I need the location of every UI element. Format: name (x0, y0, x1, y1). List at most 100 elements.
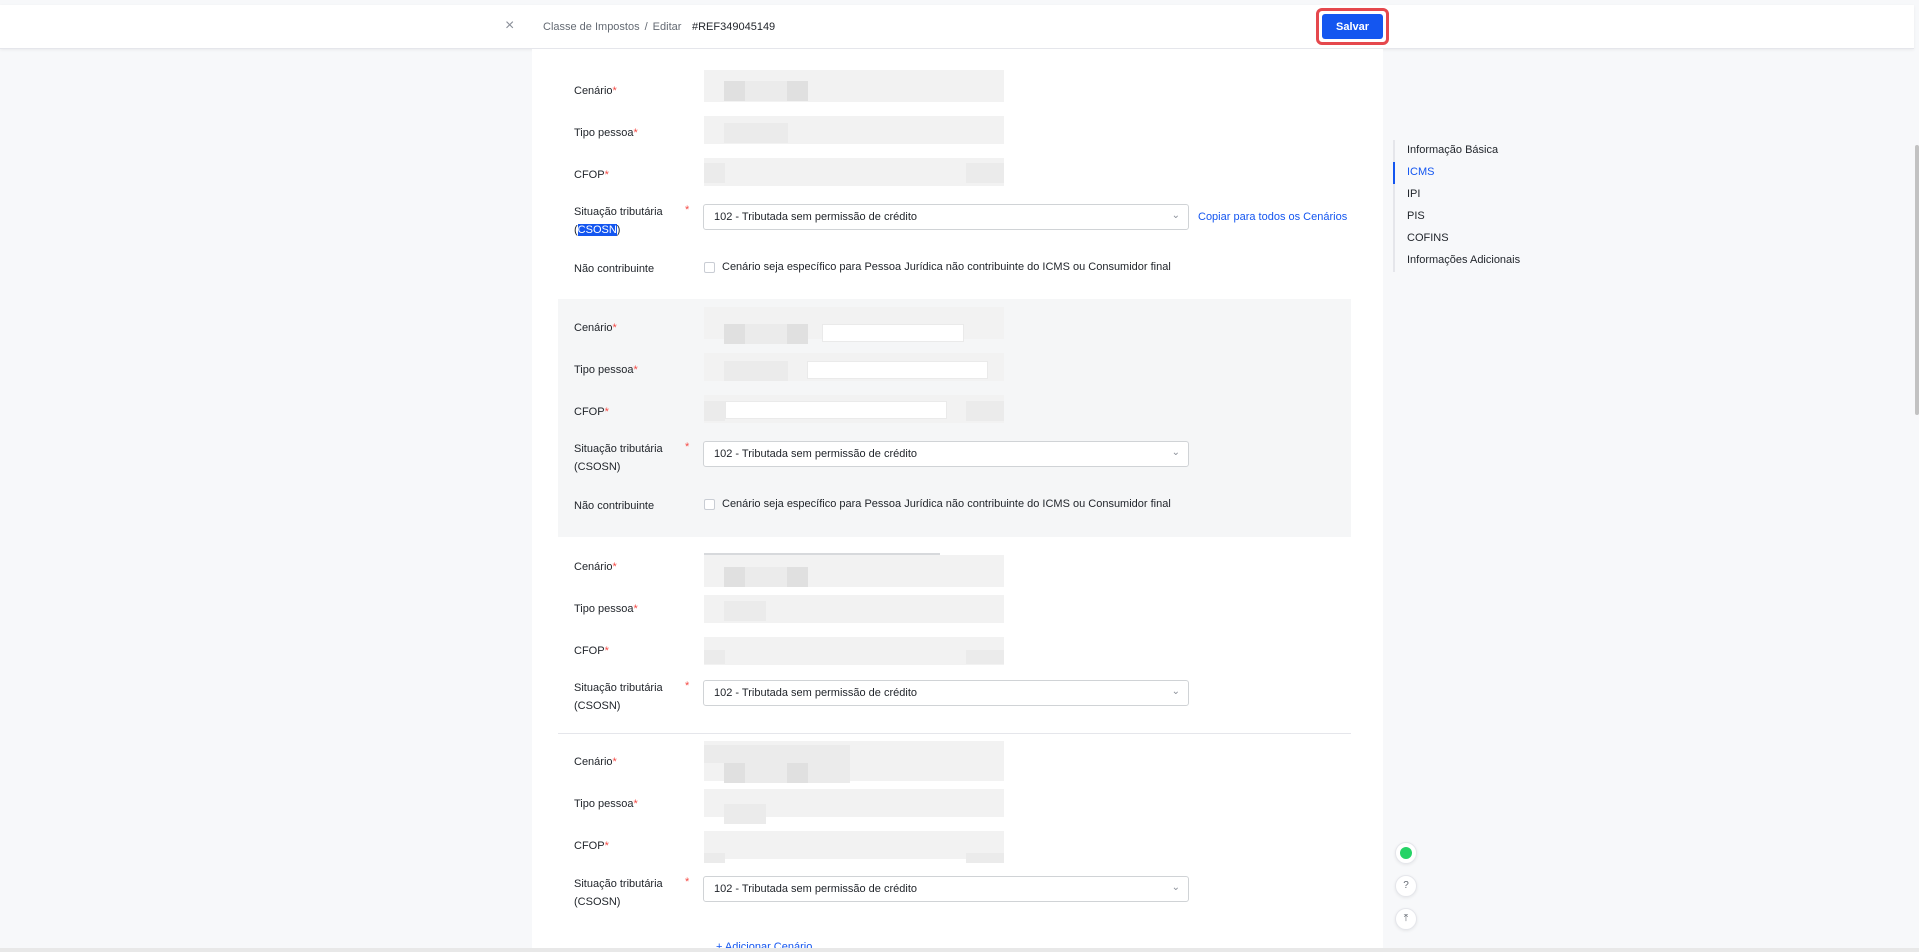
form-panel: Cenário* Tipo pessoa* CFOP* Situação tri… (532, 49, 1383, 949)
tax-status-select[interactable]: 102 - Tributada sem permissão de crédito… (703, 441, 1189, 467)
cfop-label: CFOP* (574, 840, 609, 852)
tax-status-label: Situação tributária (CSOSN) (574, 682, 663, 712)
person-type-value-mask (724, 123, 788, 143)
required-mark: * (685, 680, 690, 692)
breadcrumb-separator: / (644, 21, 648, 33)
scenario-value-mask (724, 324, 745, 344)
tax-status-label: Situação tributária (CSOSN) (574, 878, 663, 908)
cfop-input[interactable] (704, 831, 1004, 859)
tax-status-label: Situação tributária (CSOSN) (574, 206, 663, 236)
scenario-value-mask (787, 567, 808, 587)
tax-status-value: 102 - Tributada sem permissão de crédito (714, 211, 917, 223)
page-scrollbar[interactable] (1915, 145, 1919, 415)
tax-status-value: 102 - Tributada sem permissão de crédito (714, 883, 917, 895)
scenario-label: Cenário* (574, 85, 617, 97)
scenario-value-mask (745, 324, 787, 344)
cfop-label: CFOP* (574, 645, 609, 657)
reference-code: #REF349045149 (692, 21, 776, 33)
required-mark: * (685, 204, 690, 216)
cfop-label: CFOP* (574, 406, 609, 418)
person-type-value-mask (724, 804, 766, 824)
scenario-value-mask (745, 763, 787, 783)
scenario-value-mask (724, 567, 745, 587)
scenario-divider (558, 733, 1351, 734)
bottom-edge (0, 948, 1919, 952)
scenario-value-mask (787, 324, 808, 344)
cfop-value-mask (966, 650, 1004, 664)
tax-status-value: 102 - Tributada sem permissão de crédito (714, 448, 917, 460)
non-contributor-checkbox[interactable] (704, 262, 715, 273)
person-type-value-mask (724, 601, 766, 621)
tax-status-select[interactable]: 102 - Tributada sem permissão de crédito… (703, 680, 1189, 706)
non-contributor-checkbox[interactable] (704, 499, 715, 510)
scenario-value-mask (704, 745, 850, 763)
scenario-value-mask (745, 81, 787, 101)
required-mark: * (685, 441, 690, 453)
anchor-ipi[interactable]: IPI (1395, 184, 1543, 206)
anchor-pis[interactable]: PIS (1395, 206, 1543, 228)
scenario-value-mask (724, 763, 745, 783)
chevron-down-icon: ⌄ (1171, 882, 1180, 893)
cfop-label: CFOP* (574, 169, 609, 181)
breadcrumb-root[interactable]: Classe de Impostos (543, 21, 640, 33)
scenario-value-mask (808, 763, 850, 783)
non-contributor-label: Não contribuinte (574, 500, 655, 512)
tax-status-label: Situação tributária (CSOSN) (574, 443, 663, 473)
save-button-highlight: Salvar (1316, 8, 1389, 45)
person-type-label: Tipo pessoa* (574, 798, 638, 810)
non-contributor-label: Não contribuinte (574, 263, 655, 275)
top-bar: × Classe de Impostos / Editar #REF34904514… (0, 5, 1914, 49)
tax-status-select[interactable]: 102 - Tributada sem permissão de crédito… (703, 876, 1189, 902)
chevron-down-icon: ⌄ (1171, 686, 1180, 697)
scenario-label: Cenário* (574, 756, 617, 768)
breadcrumb: Classe de Impostos / Editar (543, 21, 681, 33)
anchor-additional-info[interactable]: Informações Adicionais (1395, 250, 1543, 272)
required-mark: * (685, 876, 690, 888)
cfop-input[interactable] (704, 158, 1004, 186)
person-type-input-field[interactable] (807, 361, 988, 379)
cfop-value-mask (704, 401, 725, 421)
cfop-value-mask (704, 853, 725, 863)
scenario-block-1: Cenário* Tipo pessoa* CFOP* Situação tri… (558, 66, 1351, 298)
scenario-value-mask (787, 763, 808, 783)
scenario-label: Cenário* (574, 561, 617, 573)
scenario-label: Cenário* (574, 322, 617, 334)
person-type-label: Tipo pessoa* (574, 127, 638, 139)
tax-status-value: 102 - Tributada sem permissão de crédito (714, 687, 917, 699)
section-anchor-nav: Informação Básica ICMS IPI PIS COFINS In… (1393, 140, 1543, 272)
cfop-input-field[interactable] (725, 401, 947, 419)
non-contributor-text: Cenário seja específico para Pessoa Jurí… (722, 498, 1171, 510)
copy-to-all-link[interactable]: Copiar para todos os Cenários (1198, 211, 1347, 223)
cfop-value-mask (966, 853, 1004, 863)
anchor-icms[interactable]: ICMS (1393, 162, 1543, 184)
cfop-value-mask (966, 401, 1004, 421)
scenario-value-mask (745, 567, 787, 587)
scenario-value-mask (724, 81, 745, 101)
save-button[interactable]: Salvar (1322, 14, 1383, 39)
person-type-value-mask (724, 361, 788, 381)
scenario-block-4: Cenário* Tipo pessoa* CFOP* Situação tri… (558, 739, 1351, 949)
tax-status-select[interactable]: 102 - Tributada sem permissão de crédito… (703, 204, 1189, 230)
close-icon[interactable]: × (505, 17, 514, 35)
whatsapp-button[interactable] (1395, 842, 1417, 864)
cfop-value-mask (704, 163, 725, 183)
anchor-basic-info[interactable]: Informação Básica (1395, 140, 1543, 162)
anchor-cofins[interactable]: COFINS (1395, 228, 1543, 250)
person-type-label: Tipo pessoa* (574, 364, 638, 376)
non-contributor-text: Cenário seja específico para Pessoa Jurí… (722, 261, 1171, 273)
scenario-block-2: Cenário* Tipo pessoa* CFOP* Situação tri… (558, 299, 1351, 537)
help-button[interactable]: ? (1395, 875, 1417, 897)
scenario-value-mask (787, 81, 808, 101)
chevron-down-icon: ⌄ (1171, 210, 1180, 221)
cfop-value-mask (966, 163, 1004, 183)
breadcrumb-current: Editar (652, 21, 682, 33)
chevron-down-icon: ⌄ (1171, 447, 1180, 458)
help-icon: ? (1403, 880, 1409, 891)
person-type-label: Tipo pessoa* (574, 603, 638, 615)
back-to-top-button[interactable]: ⤒ (1395, 908, 1417, 930)
scenario-input-field[interactable] (822, 324, 964, 342)
back-to-top-icon: ⤒ (1403, 913, 1409, 924)
cfop-value-mask (704, 650, 725, 664)
cfop-input[interactable] (704, 637, 1004, 665)
whatsapp-icon (1400, 847, 1412, 859)
